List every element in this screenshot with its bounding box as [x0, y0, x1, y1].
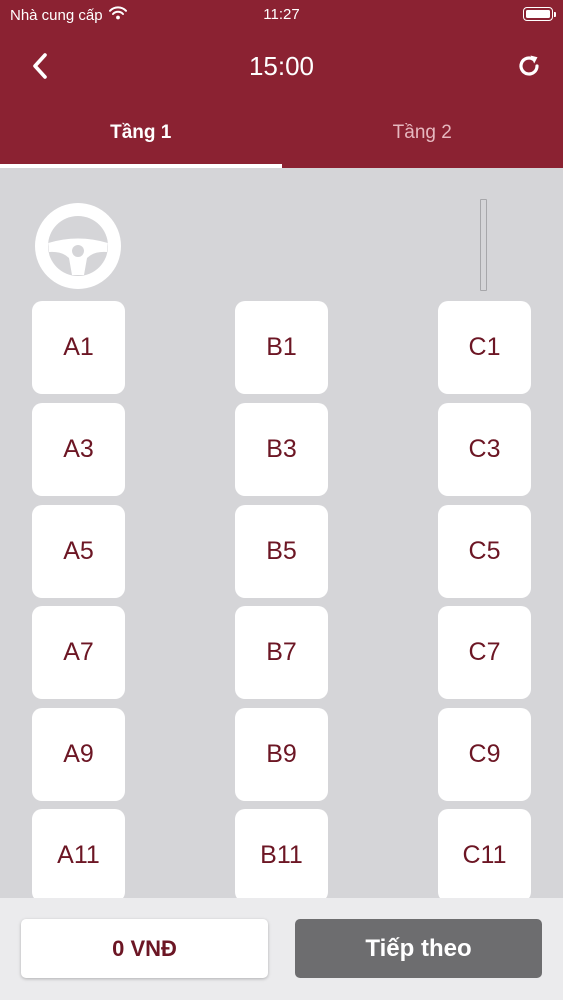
seat-a3[interactable]: A3	[32, 403, 125, 496]
tab-floor-1[interactable]: Tầng 1	[0, 104, 282, 168]
app-header: Nhà cung cấp 11:27 15:00 Tầng 1 Tầng 2	[0, 0, 563, 168]
status-bar: Nhà cung cấp 11:27	[0, 0, 563, 30]
seat-c7[interactable]: C7	[438, 606, 531, 699]
tab-floor-2[interactable]: Tầng 2	[282, 104, 563, 168]
seat-c5[interactable]: C5	[438, 505, 531, 598]
door-indicator	[480, 199, 487, 291]
next-button[interactable]: Tiếp theo	[295, 919, 542, 978]
page-title: 15:00	[248, 51, 315, 81]
seat-b5[interactable]: B5	[235, 505, 328, 598]
seat-b7[interactable]: B7	[235, 606, 328, 699]
seat-b3[interactable]: B3	[235, 403, 328, 496]
steering-wheel-icon	[35, 203, 121, 289]
seat-c9[interactable]: C9	[438, 708, 531, 801]
floor-tabs: Tầng 1 Tầng 2	[0, 104, 563, 168]
seat-a11[interactable]: A11	[32, 809, 125, 898]
back-button[interactable]	[20, 48, 60, 84]
seat-c1[interactable]: C1	[438, 301, 531, 394]
footer-bar: 0 VNĐ Tiếp theo	[0, 898, 563, 1000]
seat-a5[interactable]: A5	[32, 505, 125, 598]
battery-icon	[523, 7, 556, 21]
seat-c11[interactable]: C11	[438, 809, 531, 898]
seat-a1[interactable]: A1	[32, 301, 125, 394]
seat-a9[interactable]: A9	[32, 708, 125, 801]
refresh-button[interactable]	[509, 48, 549, 84]
seat-c3[interactable]: C3	[438, 403, 531, 496]
seat-b9[interactable]: B9	[235, 708, 328, 801]
seat-map: A1 A3 A5 A7 A9 A11 B1 B3 B5 B7 B9 B11 C1…	[0, 168, 563, 898]
total-price: 0 VNĐ	[21, 919, 268, 978]
refresh-icon	[519, 55, 539, 76]
status-time: 11:27	[263, 6, 300, 23]
seat-a7[interactable]: A7	[32, 606, 125, 699]
seat-b1[interactable]: B1	[235, 301, 328, 394]
nav-bar: 15:00	[0, 38, 563, 94]
chevron-left-icon	[33, 53, 47, 79]
seat-b11[interactable]: B11	[235, 809, 328, 898]
